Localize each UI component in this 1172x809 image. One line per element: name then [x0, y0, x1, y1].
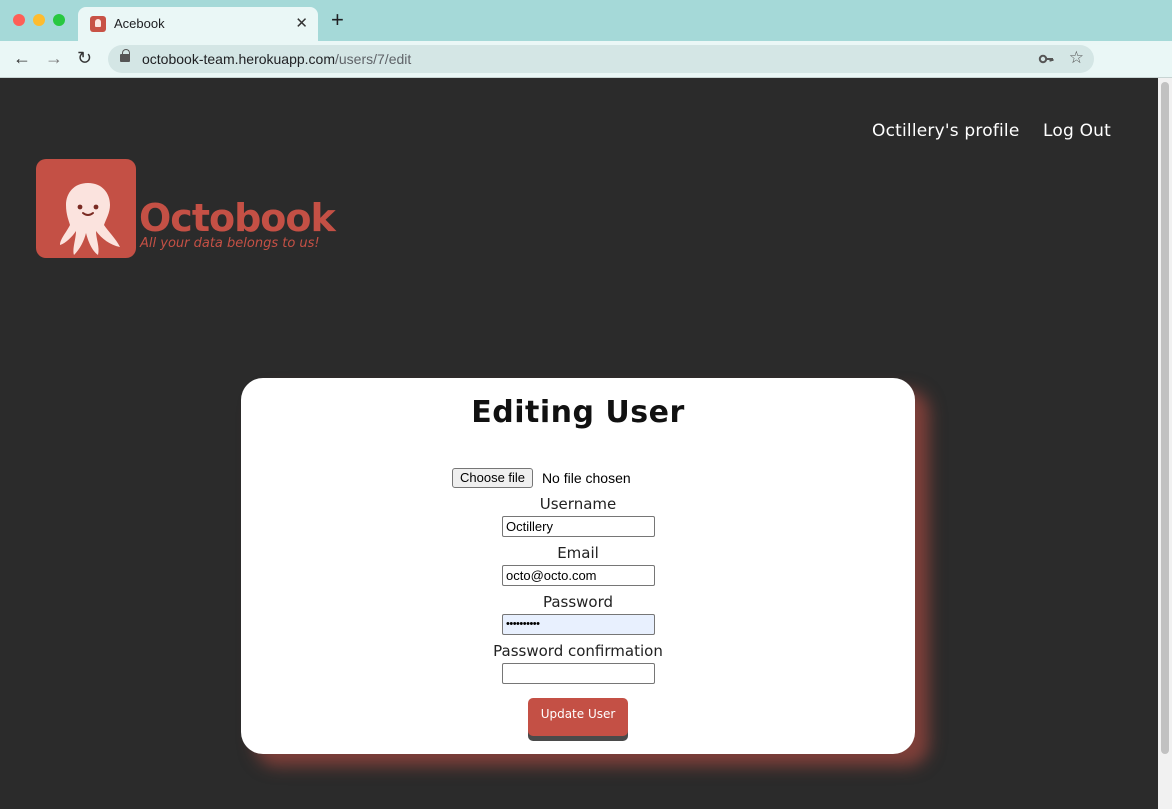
browser-toolbar: ← → ↻ octobook-team.herokuapp.com/users/… — [0, 41, 1172, 111]
password-field[interactable]: •••••••••• — [502, 614, 655, 635]
scrollbar-thumb[interactable] — [1161, 82, 1169, 754]
reload-icon[interactable]: ↻ — [77, 48, 92, 68]
update-user-button[interactable]: Update User — [528, 698, 628, 736]
email-field[interactable]: octo@octo.com — [502, 565, 655, 586]
logo-tagline: All your data belongs to us! — [140, 236, 320, 251]
address-bar[interactable]: octobook-team.herokuapp.com/users/7/edit… — [108, 45, 1094, 73]
edit-user-card: Editing User Choose file No file chosen … — [241, 378, 915, 754]
avatar-file-input[interactable]: Choose file No file chosen — [452, 468, 631, 488]
lock-icon[interactable] — [120, 49, 130, 62]
page-body: Octillery's profile Log Out Octobook All… — [0, 78, 1158, 809]
username-field[interactable]: Octillery — [502, 516, 655, 537]
close-window-button[interactable] — [13, 14, 25, 26]
tab-strip: Acebook ✕ + — [0, 0, 1172, 41]
browser-tab[interactable]: Acebook ✕ — [78, 7, 318, 41]
username-label: Username — [539, 495, 617, 513]
tab-close-icon[interactable]: ✕ — [295, 14, 308, 32]
email-label: Email — [557, 544, 599, 562]
url-host: octobook-team.herokuapp.com — [142, 51, 335, 67]
minimize-window-button[interactable] — [33, 14, 45, 26]
choose-file-button[interactable]: Choose file — [452, 468, 534, 488]
logout-link[interactable]: Log Out — [1043, 121, 1111, 141]
page-title: Editing User — [471, 395, 685, 430]
octopus-logo-icon[interactable] — [36, 159, 136, 258]
password-label: Password — [542, 593, 614, 611]
update-user-label: Update User — [540, 707, 616, 721]
tab-title: Acebook — [114, 16, 165, 31]
file-status-text: No file chosen — [541, 470, 631, 486]
password-confirmation-label: Password confirmation — [493, 642, 663, 660]
new-tab-button[interactable]: + — [331, 9, 344, 31]
maximize-window-button[interactable] — [53, 14, 65, 26]
forward-icon[interactable]: → — [45, 48, 63, 68]
favicon-icon — [90, 16, 106, 32]
profile-link[interactable]: Octillery's profile — [872, 121, 1020, 141]
password-confirmation-field[interactable] — [502, 663, 655, 684]
url-path: /users/7/edit — [335, 51, 412, 67]
vertical-scrollbar[interactable] — [1158, 78, 1172, 809]
back-icon[interactable]: ← — [13, 48, 31, 68]
key-icon[interactable] — [1038, 50, 1054, 66]
logo-wordmark: Octobook — [139, 196, 336, 240]
url-text[interactable]: octobook-team.herokuapp.com/users/7/edit — [142, 51, 411, 67]
star-icon[interactable]: ☆ — [1069, 48, 1084, 68]
